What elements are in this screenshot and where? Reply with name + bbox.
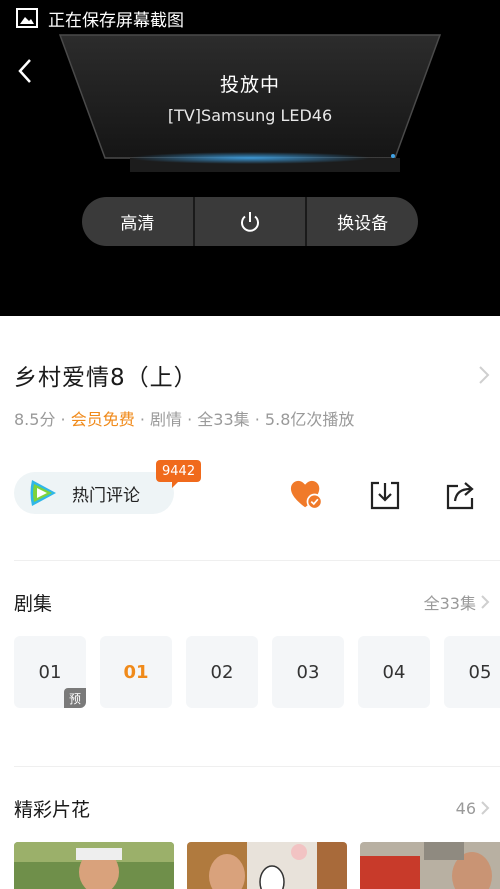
status-bar-text: 正在保存屏幕截图 [48, 10, 184, 31]
vip-free-label: 会员免费 [70, 410, 135, 429]
episode-item[interactable]: 05 [444, 636, 500, 708]
episode-number: 01 [123, 661, 149, 683]
cast-controls: 高清 换设备 [82, 197, 418, 246]
show-meta: 8.5分 · 会员免费 · 剧情 · 全33集 · 5.8亿次播放 [14, 410, 355, 429]
share-icon [446, 482, 474, 510]
clips-header: 精彩片花 46 [14, 794, 490, 822]
divider [14, 560, 500, 561]
all-clips-link[interactable]: 46 [456, 799, 490, 818]
cast-state: 投放中 [219, 74, 280, 96]
switch-device-button[interactable]: 换设备 [305, 197, 418, 246]
clip-image [360, 842, 500, 889]
chevron-right-icon [481, 801, 490, 815]
clip-list [14, 842, 500, 889]
heart-check-icon [290, 480, 323, 510]
hot-comments-button[interactable]: 热门评论 [14, 472, 174, 514]
clip-thumbnail[interactable] [360, 842, 500, 889]
episode-list: 01 预 01 02 03 04 05 [14, 636, 500, 708]
all-episodes-label: 全33集 [423, 594, 476, 613]
comment-count-badge: 9442 [156, 460, 202, 488]
divider [14, 766, 500, 767]
show-episode-count: 全33集 [197, 410, 250, 429]
clip-image [187, 842, 347, 889]
all-episodes-link[interactable]: 全33集 [424, 590, 490, 614]
episode-item-preview[interactable]: 01 预 [14, 636, 86, 708]
action-row: 热门评论 9442 [14, 460, 490, 520]
episode-number: 03 [296, 661, 320, 683]
episode-number: 04 [382, 661, 406, 683]
episode-item[interactable]: 04 [358, 636, 430, 708]
status-bar: 正在保存屏幕截图 [16, 6, 184, 31]
clips-title: 精彩片花 [14, 798, 91, 821]
power-icon [241, 211, 259, 232]
hot-comments-label: 热门评论 [72, 485, 140, 506]
cast-area: 正在保存屏幕截图 投放中 [TV]Samsung LED46 高清 换设备 [0, 0, 500, 316]
download-button[interactable] [368, 478, 402, 512]
episode-number: 05 [468, 661, 492, 683]
power-button[interactable] [192, 197, 306, 246]
show-title: 乡村爱情8（上） [14, 365, 198, 391]
preview-tag: 预 [64, 688, 86, 708]
image-icon [16, 8, 38, 28]
favorite-button[interactable] [290, 478, 324, 512]
episode-item[interactable]: 03 [272, 636, 344, 708]
quality-button[interactable]: 高清 [82, 197, 193, 246]
clip-image [14, 842, 174, 889]
clips-count: 46 [455, 798, 476, 818]
episode-number: 01 [38, 661, 62, 683]
episode-item[interactable]: 02 [186, 636, 258, 708]
episodes-title: 剧集 [14, 592, 53, 615]
show-title-row[interactable]: 乡村爱情8（上） [14, 358, 490, 392]
episodes-header: 剧集 全33集 [14, 588, 490, 616]
show-score: 8.5分 [14, 410, 56, 429]
episode-number: 02 [210, 661, 234, 683]
chevron-right-icon [481, 595, 490, 609]
tencent-video-icon [30, 480, 56, 506]
share-button[interactable] [444, 478, 478, 512]
chevron-right-icon [479, 366, 490, 384]
clip-thumbnail[interactable] [14, 842, 174, 889]
download-icon [370, 481, 400, 510]
show-play-count: 5.8亿次播放 [264, 410, 355, 429]
clip-thumbnail[interactable] [187, 842, 347, 889]
show-genre: 剧情 [150, 410, 183, 429]
cast-device-name: [TV]Samsung LED46 [167, 106, 333, 125]
episode-item-current[interactable]: 01 [100, 636, 172, 708]
